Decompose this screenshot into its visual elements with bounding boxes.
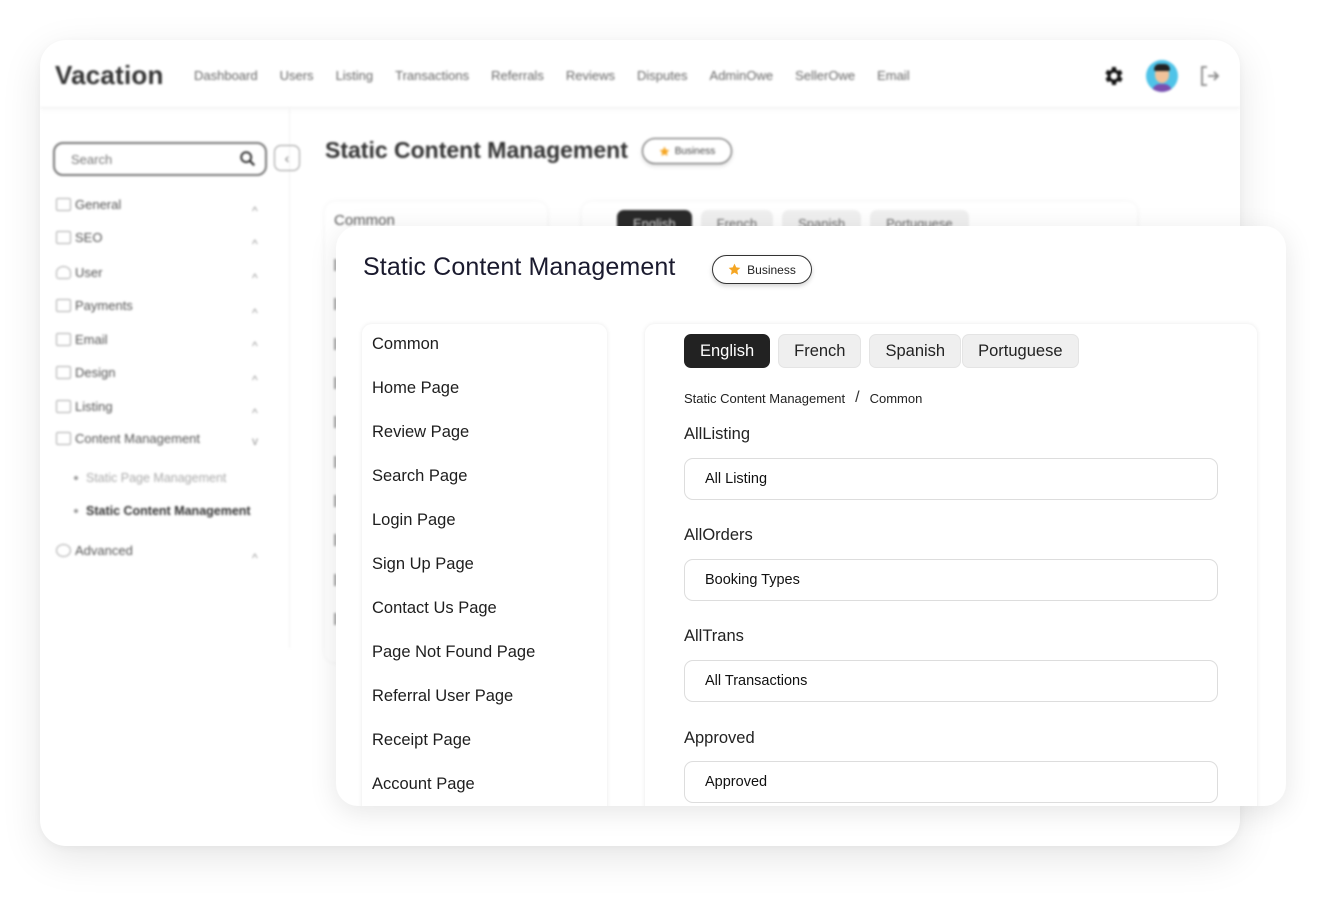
background-business-badge: Business [642, 138, 732, 164]
sidebar-item-email[interactable]: Email [56, 332, 108, 347]
tab-spanish[interactable]: Spanish [869, 334, 962, 368]
design-icon [56, 366, 71, 379]
page-list-item-referral-user[interactable]: Referral User Page [372, 687, 513, 706]
seo-icon [56, 231, 71, 244]
sidebar: Search ‹ General ^ SEO ^ User ^ Payments… [40, 108, 300, 648]
top-nav-menu: Dashboard Users Listing Transactions Ref… [194, 68, 932, 83]
field-label-allorders: AllOrders [684, 526, 753, 544]
nav-listing[interactable]: Listing [336, 68, 374, 83]
wallet-icon [56, 299, 71, 312]
content-icon [56, 432, 71, 445]
nav-reviews[interactable]: Reviews [566, 68, 615, 83]
chevron-up-icon[interactable]: ^ [252, 204, 258, 218]
language-tabs: English French Spanish Portuguese [684, 334, 1087, 368]
tab-french[interactable]: French [778, 334, 862, 368]
page-list-item-page-not-found[interactable]: Page Not Found Page [372, 643, 535, 662]
field-label-approved: Approved [684, 729, 755, 747]
page-list-item-sign-up[interactable]: Sign Up Page [372, 555, 474, 574]
sidebar-search-input[interactable]: Search [53, 142, 267, 176]
user-avatar[interactable] [1146, 60, 1178, 92]
sidebar-item-user[interactable]: User [56, 265, 102, 280]
approved-input[interactable] [684, 761, 1218, 803]
star-icon [728, 263, 741, 275]
breadcrumb-separator: / [855, 389, 860, 406]
chevron-up-icon[interactable]: ^ [252, 373, 258, 387]
alllisting-input[interactable] [684, 458, 1218, 500]
advanced-icon [56, 544, 71, 557]
page-list-item-account[interactable]: Account Page [372, 775, 475, 794]
page-list-item-receipt[interactable]: Receipt Page [372, 731, 471, 750]
sidebar-item-design[interactable]: Design [56, 365, 115, 380]
chevron-up-icon[interactable]: ^ [252, 271, 258, 285]
top-icons [1102, 60, 1222, 92]
search-icon[interactable] [239, 150, 257, 168]
user-icon [56, 266, 71, 279]
nav-users[interactable]: Users [280, 68, 314, 83]
chevron-up-icon[interactable]: ^ [252, 406, 258, 420]
collapse-sidebar-button[interactable]: ‹ [274, 145, 300, 171]
page-list-item-review[interactable]: Review Page [372, 423, 469, 442]
business-badge[interactable]: Business [712, 255, 812, 284]
nav-dashboard[interactable]: Dashboard [194, 68, 258, 83]
alltrans-input[interactable] [684, 660, 1218, 702]
sidebar-item-listing[interactable]: Listing [56, 399, 113, 414]
content-management-panel: Static Content Management Business Commo… [336, 226, 1286, 806]
nav-email[interactable]: Email [877, 68, 910, 83]
page-title: Static Content Management [363, 253, 676, 281]
tab-portuguese[interactable]: Portuguese [962, 334, 1079, 368]
content-editor: English French Spanish Portuguese Static… [645, 324, 1257, 806]
chevron-up-icon[interactable]: ^ [252, 237, 258, 251]
logout-icon[interactable] [1198, 64, 1222, 88]
page-list-item-common[interactable]: Common [372, 335, 439, 354]
page-list-item-search[interactable]: Search Page [372, 467, 467, 486]
brand-logo[interactable]: Vacation [55, 60, 164, 91]
nav-referrals[interactable]: Referrals [491, 68, 544, 83]
star-icon [659, 146, 670, 156]
page-list-item-contact-us[interactable]: Contact Us Page [372, 599, 497, 618]
page-list-item-login[interactable]: Login Page [372, 511, 456, 530]
chevron-up-icon[interactable]: ^ [252, 551, 258, 565]
sidebar-item-payments[interactable]: Payments [56, 298, 133, 313]
email-icon [56, 333, 71, 346]
field-label-alllisting: AllListing [684, 425, 751, 443]
nav-transactions[interactable]: Transactions [395, 68, 469, 83]
page-list-item-home[interactable]: Home Page [372, 379, 459, 398]
sidebar-item-seo[interactable]: SEO [56, 230, 102, 245]
nav-sellerowe[interactable]: SellerOwe [795, 68, 855, 83]
top-navbar: Vacation Dashboard Users Listing Transac… [40, 40, 1240, 108]
sidebar-item-general[interactable]: General [56, 197, 121, 212]
field-label-alltrans: AllTrans [684, 627, 744, 645]
gear-icon[interactable] [1102, 64, 1126, 88]
page-list: Common Home Page Review Page Search Page… [362, 324, 607, 806]
allorders-input[interactable] [684, 559, 1218, 601]
monitor-icon [56, 198, 71, 211]
breadcrumb: Static Content Management / Common [684, 389, 922, 407]
background-page-title: Static Content Management [325, 137, 628, 163]
listing-icon [56, 400, 71, 413]
nav-disputes[interactable]: Disputes [637, 68, 688, 83]
breadcrumb-current: Common [869, 390, 923, 406]
sidebar-item-content-management[interactable]: Content Management [56, 431, 200, 446]
chevron-up-icon[interactable]: ^ [252, 306, 258, 320]
chevron-up-icon[interactable]: ^ [252, 339, 258, 353]
chevron-down-icon[interactable]: v [252, 434, 258, 448]
tab-english[interactable]: English [684, 334, 771, 368]
search-placeholder: Search [71, 151, 113, 167]
sidebar-item-advanced[interactable]: Advanced [56, 543, 133, 558]
nav-adminowe[interactable]: AdminOwe [710, 68, 774, 83]
breadcrumb-root[interactable]: Static Content Management [684, 391, 845, 406]
sidebar-subitem-static-page-management[interactable]: Static Page Management [74, 471, 226, 485]
sidebar-subitem-static-content-management[interactable]: Static Content Management [74, 504, 251, 518]
